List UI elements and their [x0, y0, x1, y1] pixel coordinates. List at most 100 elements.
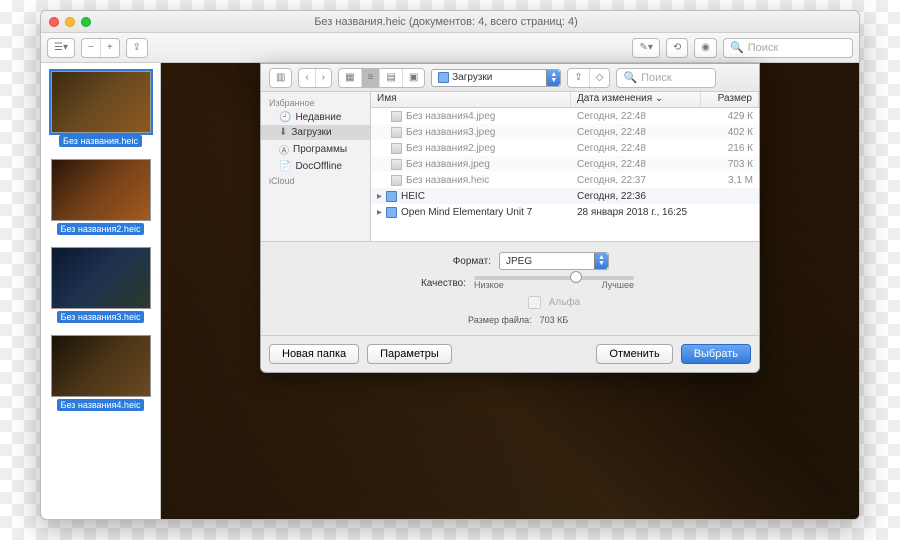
panel-view-buttons[interactable]: ▥ — [269, 68, 292, 88]
file-size: 703 К — [701, 159, 759, 170]
icon-view-icon[interactable]: ▦ — [339, 69, 361, 87]
quality-label: Качество: — [386, 278, 466, 289]
disclosure-icon[interactable]: ▸ — [377, 207, 382, 218]
panel-search[interactable]: 🔍 Поиск — [616, 68, 716, 88]
close-icon[interactable] — [49, 17, 59, 27]
thumbnail[interactable]: Без названия3.heic — [47, 247, 154, 323]
pencil-icon[interactable]: ✎▾ — [633, 39, 658, 57]
thumbnail-image[interactable] — [51, 335, 151, 397]
minimize-icon[interactable] — [65, 17, 75, 27]
gallery-view-icon[interactable]: ▣ — [403, 69, 424, 87]
file-name: Без названия.heic — [406, 175, 489, 186]
slider-knob[interactable] — [570, 271, 582, 283]
markup-icon[interactable]: ◉ — [695, 39, 716, 57]
sidebar-toggle-icon[interactable]: ☰▾ — [48, 39, 74, 57]
zoom-icon[interactable] — [81, 17, 91, 27]
share-icon[interactable]: ⇪ — [568, 69, 589, 87]
panel-nav-buttons[interactable]: ‹ › — [298, 68, 332, 88]
file-list[interactable]: Имя Дата изменения ⌄ Размер Без названия… — [371, 92, 759, 241]
sidebar-item-label: Недавние — [295, 112, 341, 123]
panel-toolbar: ▥ ‹ › ▦ ≡ ▤ ▣ Загрузки ▲ — [261, 64, 759, 92]
format-label: Формат: — [411, 256, 491, 267]
sidebar-item[interactable]: 📄DocOffline — [261, 159, 370, 174]
location-popup[interactable]: Загрузки ▲▼ — [431, 69, 561, 87]
location-label: Загрузки — [452, 72, 492, 83]
export-options: Формат: JPEG ▲▼ Качество: Низкое Лучш — [261, 242, 759, 335]
new-folder-button[interactable]: Новая папка — [269, 344, 359, 364]
file-date: Сегодня, 22:48 — [571, 159, 701, 170]
alpha-checkbox — [528, 296, 541, 309]
image-canvas: ▥ ‹ › ▦ ≡ ▤ ▣ Загрузки ▲ — [161, 63, 859, 519]
rotate-icon[interactable]: ⟲ — [667, 39, 687, 57]
file-row[interactable]: Без названия.jpeg Сегодня, 22:48 703 К — [371, 156, 759, 172]
filesize-value: 703 КБ — [540, 315, 569, 325]
markup-button[interactable]: ✎▾ — [632, 38, 659, 58]
file-size: 3,1 М — [701, 175, 759, 186]
zoom-out-icon[interactable]: − — [82, 39, 101, 57]
zoom-buttons[interactable]: − + — [81, 38, 120, 58]
file-date: Сегодня, 22:36 — [571, 191, 701, 202]
options-button[interactable]: Параметры — [367, 344, 452, 364]
toolbar-search[interactable]: 🔍 Поиск — [723, 38, 853, 58]
file-row[interactable]: Без названия4.jpeg Сегодня, 22:48 429 К — [371, 108, 759, 124]
list-header[interactable]: Имя Дата изменения ⌄ Размер — [371, 92, 759, 108]
sidebar-icon[interactable]: ▥ — [270, 69, 291, 87]
file-date: Сегодня, 22:48 — [571, 111, 701, 122]
toolbar: ☰▾ − + ⇪ ✎▾ ⟲ ◉ 🔍 Поиск — [41, 33, 859, 63]
sidebar-item-icon: Ⓐ — [279, 142, 289, 157]
folder-icon — [386, 207, 397, 218]
quality-high-label: Лучшее — [602, 280, 634, 290]
view-buttons[interactable]: ☰▾ — [47, 38, 75, 58]
share-icon[interactable]: ⇪ — [127, 39, 147, 57]
file-row[interactable]: Без названия3.jpeg Сегодня, 22:48 402 К — [371, 124, 759, 140]
back-icon[interactable]: ‹ — [299, 69, 315, 87]
thumbnail-image[interactable] — [51, 159, 151, 221]
thumbnail[interactable]: Без названия.heic — [47, 71, 154, 147]
file-size: 429 К — [701, 111, 759, 122]
format-popup[interactable]: JPEG ▲▼ — [499, 252, 609, 270]
tags-icon[interactable]: ◇ — [590, 69, 610, 87]
panel-layout-buttons[interactable]: ▦ ≡ ▤ ▣ — [338, 68, 425, 88]
window-controls — [49, 17, 91, 27]
filesize-label: Размер файла: — [452, 315, 532, 325]
thumbnail-image[interactable] — [51, 71, 151, 133]
sidebar-item[interactable]: ⬇︎Загрузки — [261, 125, 370, 140]
thumbnail-sidebar[interactable]: Без названия.heic Без названия2.heic Без… — [41, 63, 161, 519]
file-row[interactable]: ▸HEIC Сегодня, 22:36 — [371, 188, 759, 204]
file-size: 216 К — [701, 143, 759, 154]
cancel-button[interactable]: Отменить — [596, 344, 672, 364]
thumbnail[interactable]: Без названия2.heic — [47, 159, 154, 235]
file-row[interactable]: ▸Open Mind Elementary Unit 7 28 января 2… — [371, 204, 759, 220]
file-name: Open Mind Elementary Unit 7 — [401, 207, 532, 218]
edit-button[interactable]: ◉ — [694, 38, 717, 58]
forward-icon[interactable]: › — [316, 69, 331, 87]
search-icon: 🔍 — [623, 71, 637, 84]
file-row[interactable]: Без названия2.jpeg Сегодня, 22:48 216 К — [371, 140, 759, 156]
image-icon — [391, 127, 402, 138]
col-name[interactable]: Имя — [371, 92, 571, 107]
thumbnail[interactable]: Без названия4.heic — [47, 335, 154, 411]
thumbnail-label: Без названия4.heic — [57, 399, 145, 411]
save-button[interactable]: Выбрать — [681, 344, 751, 364]
column-view-icon[interactable]: ▤ — [380, 69, 402, 87]
rotate-button[interactable]: ⟲ — [666, 38, 688, 58]
file-row[interactable]: Без названия.heic Сегодня, 22:37 3,1 М — [371, 172, 759, 188]
sidebar-item[interactable]: Ⓐ Программы — [261, 140, 370, 159]
col-date[interactable]: Дата изменения ⌄ — [571, 92, 701, 107]
file-date: Сегодня, 22:48 — [571, 143, 701, 154]
sidebar-item[interactable]: 🕘Недавние — [261, 110, 370, 125]
file-size: 402 К — [701, 127, 759, 138]
share-button[interactable]: ⇪ — [126, 38, 148, 58]
quality-low-label: Низкое — [474, 280, 504, 290]
disclosure-icon[interactable]: ▸ — [377, 191, 382, 202]
sidebar-item-label: Программы — [293, 144, 347, 155]
preview-window: Без названия.heic (документов: 4, всего … — [40, 10, 860, 520]
zoom-in-icon[interactable]: + — [101, 39, 119, 57]
thumbnail-image[interactable] — [51, 247, 151, 309]
sidebar-item-icon: ⬇︎ — [279, 127, 287, 138]
col-size[interactable]: Размер — [701, 92, 759, 107]
panel-search-placeholder: Поиск — [641, 72, 671, 84]
list-view-icon[interactable]: ≡ — [362, 69, 381, 87]
panel-action-buttons[interactable]: ⇪ ◇ — [567, 68, 610, 88]
quality-slider[interactable] — [474, 276, 634, 280]
